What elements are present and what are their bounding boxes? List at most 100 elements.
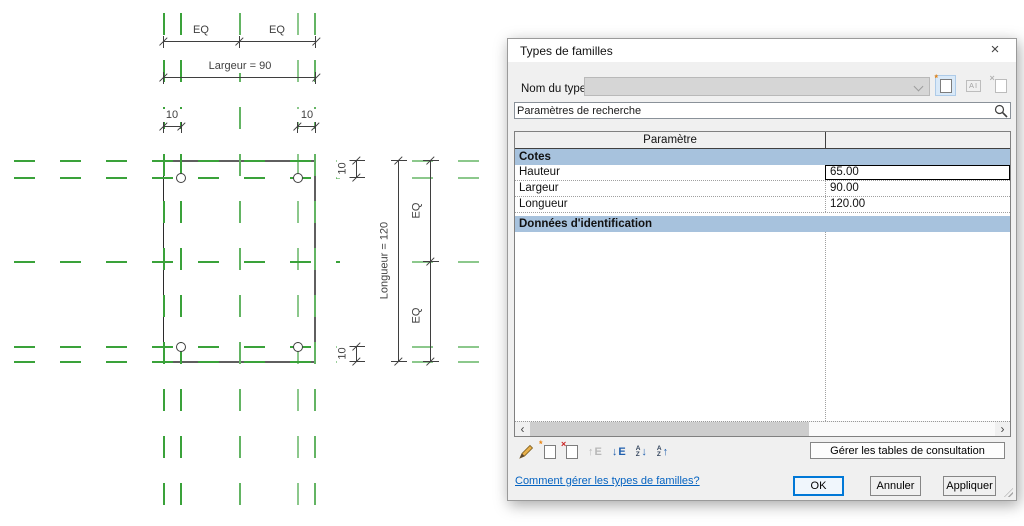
column-divider	[825, 232, 826, 421]
dialog-title: Types de familles	[520, 44, 613, 58]
delete-type-icon: ×	[995, 79, 1007, 93]
reference-plane-vertical[interactable]	[239, 13, 241, 505]
move-down-button[interactable]: ↓ E	[612, 446, 626, 458]
scrollbar-thumb[interactable]	[530, 422, 809, 436]
dimension-line[interactable]	[398, 160, 399, 362]
delete-type-button[interactable]: ×	[990, 75, 1011, 96]
star-badge-icon: *	[539, 440, 543, 449]
dim-extension	[163, 36, 164, 48]
letter-z: Z	[636, 452, 641, 459]
dim-extension	[349, 361, 365, 362]
table-header: Paramètre	[515, 132, 1010, 149]
parameter-toolbar: * × ↑ E ↓ E A Z ↓ A Z ↑	[518, 443, 668, 461]
new-parameter-button[interactable]: *	[544, 445, 556, 459]
cross-badge-icon: ×	[990, 74, 995, 83]
delete-parameter-button[interactable]: ×	[566, 445, 578, 459]
value-cell-longueur[interactable]: 120.00	[825, 197, 1010, 212]
search-input[interactable]	[517, 103, 995, 118]
manage-lookup-tables-button[interactable]: Gérer les tables de consultation	[810, 442, 1005, 459]
dim-extension	[423, 261, 439, 262]
cancel-button[interactable]: Annuler	[870, 476, 921, 496]
table-row: Largeur 90.00	[515, 181, 1010, 197]
eq-label[interactable]: EQ	[186, 24, 216, 37]
eq-label[interactable]: EQ	[411, 201, 424, 221]
reference-plane-vertical[interactable]	[314, 13, 316, 505]
dim-extension	[423, 361, 439, 362]
cross-badge-icon: ×	[561, 440, 566, 449]
help-link[interactable]: Comment gérer les types de familles?	[515, 475, 700, 487]
sort-descending-button[interactable]: A Z ↑	[657, 446, 668, 459]
family-types-dialog: Types de familles × Nom du type: * AI × …	[507, 38, 1017, 501]
letter-z: Z	[657, 452, 662, 459]
ok-button[interactable]: OK	[793, 476, 844, 496]
offset-dimension-label[interactable]: 10	[162, 109, 182, 122]
arrow-up-icon: ↑	[588, 446, 594, 458]
star-badge-icon: *	[935, 74, 939, 83]
horizontal-scrollbar: ‹ ›	[515, 421, 1010, 436]
reference-plane-vertical[interactable]	[180, 13, 182, 505]
offset-dimension-label[interactable]: 10	[337, 159, 350, 179]
reference-plane-vertical[interactable]	[297, 13, 299, 505]
offset-dimension-label[interactable]: 10	[337, 344, 350, 364]
dim-extension	[423, 160, 439, 161]
reference-plane-horizontal[interactable]	[412, 346, 486, 348]
apply-button[interactable]: Appliquer	[943, 476, 996, 496]
group-header-identification[interactable]: Données d'identification	[515, 216, 1010, 232]
sort-descending-icon: ↑	[663, 446, 669, 458]
reference-plane-horizontal[interactable]	[14, 261, 340, 263]
rename-type-button[interactable]: AI	[963, 75, 984, 96]
new-parameter-icon: *	[544, 445, 556, 459]
dim-extension	[315, 36, 316, 48]
handle-circle[interactable]	[293, 173, 303, 183]
rename-icon: AI	[966, 80, 981, 92]
handle-circle[interactable]	[176, 173, 186, 183]
scroll-right-icon[interactable]: ›	[995, 422, 1010, 436]
reference-plane-horizontal[interactable]	[14, 160, 340, 162]
type-name-dropdown[interactable]	[584, 77, 930, 96]
az-letters: A Z	[636, 446, 641, 459]
reference-plane-horizontal[interactable]	[14, 361, 340, 363]
offset-dimension-label[interactable]: 10	[297, 109, 317, 122]
param-column-header[interactable]: Paramètre	[515, 132, 825, 148]
value-column-header[interactable]	[825, 132, 1010, 148]
parameters-table: Paramètre Cotes Hauteur 65.00 Largeur 90…	[514, 131, 1011, 437]
table-row: Longueur 120.00	[515, 197, 1010, 213]
eq-label[interactable]: EQ	[262, 24, 292, 37]
scroll-left-icon[interactable]: ‹	[515, 422, 530, 436]
dimension-line[interactable]	[163, 77, 316, 78]
length-dimension-label[interactable]: Longueur = 120	[379, 211, 392, 311]
dim-extension	[349, 346, 365, 347]
dim-extension	[391, 361, 407, 362]
chevron-down-icon	[914, 82, 924, 92]
reference-plane-vertical[interactable]	[163, 13, 165, 505]
pencil-icon	[518, 444, 534, 460]
dialog-titlebar[interactable]: Types de familles ×	[508, 39, 1016, 62]
sort-ascending-icon: ↓	[641, 446, 647, 458]
value-cell-largeur[interactable]: 90.00	[825, 181, 1010, 196]
param-name: Largeur	[515, 181, 825, 196]
new-type-button[interactable]: *	[935, 75, 956, 96]
scrollbar-track[interactable]	[530, 422, 995, 436]
move-down-label: E	[618, 446, 625, 458]
search-box	[514, 102, 1011, 119]
resize-grip[interactable]	[1004, 488, 1013, 497]
dim-extension	[239, 36, 240, 48]
delete-parameter-icon: ×	[566, 445, 578, 459]
table-body: Cotes Hauteur 65.00 Largeur 90.00 Longue…	[515, 149, 1010, 421]
group-header-cotes[interactable]: Cotes	[515, 149, 1010, 165]
param-name: Longueur	[515, 197, 825, 212]
eq-label[interactable]: EQ	[411, 306, 424, 326]
value-input-hauteur[interactable]: 65.00	[825, 165, 1010, 180]
width-dimension-label[interactable]: Largeur = 90	[190, 60, 290, 73]
az-letters: A Z	[657, 446, 662, 459]
arrow-down-icon: ↓	[612, 446, 618, 458]
move-up-button[interactable]: ↑ E	[588, 446, 602, 458]
edit-parameter-button[interactable]	[518, 444, 534, 460]
dim-extension	[391, 160, 407, 161]
handle-circle[interactable]	[293, 342, 303, 352]
close-icon[interactable]: ×	[982, 40, 1008, 60]
table-row: Hauteur 65.00	[515, 165, 1010, 181]
handle-circle[interactable]	[176, 342, 186, 352]
reference-plane-horizontal[interactable]	[412, 177, 486, 179]
sort-ascending-button[interactable]: A Z ↓	[636, 446, 647, 459]
